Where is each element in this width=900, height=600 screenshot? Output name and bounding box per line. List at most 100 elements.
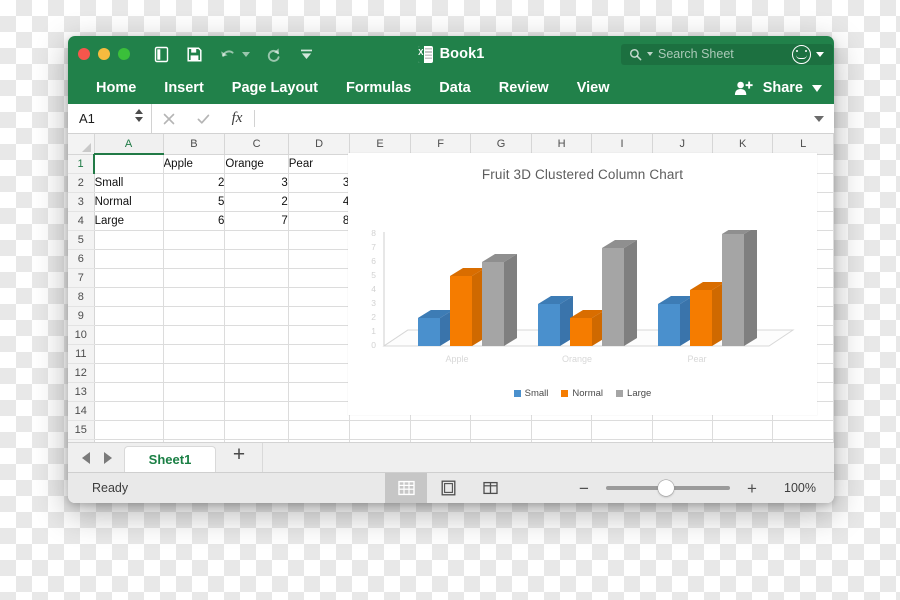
cell-c5[interactable] (224, 230, 289, 250)
embedded-chart[interactable]: Fruit 3D Clustered Column Chart 8 7 6 5 … (348, 153, 817, 415)
column-header-i[interactable]: I (591, 134, 653, 155)
cell-c3[interactable]: 2 (224, 192, 289, 212)
share-button[interactable]: Share (734, 80, 822, 97)
cell-d6[interactable] (288, 249, 351, 269)
redo-icon[interactable] (264, 45, 283, 64)
ribbon-collapse-chevron-icon[interactable] (812, 84, 822, 92)
cell-d9[interactable] (288, 306, 351, 326)
prev-sheet-icon[interactable] (82, 451, 90, 464)
row-header-14[interactable]: 14 (68, 401, 95, 421)
tab-data[interactable]: Data (425, 72, 484, 104)
row-header-5[interactable]: 5 (68, 230, 95, 250)
cell-d14[interactable] (288, 401, 351, 421)
maximize-window-button[interactable] (118, 48, 130, 60)
row-header-13[interactable]: 13 (68, 382, 95, 402)
cell-c14[interactable] (224, 401, 289, 421)
cell-a16[interactable] (94, 439, 164, 442)
cell-b4[interactable]: 6 (163, 211, 226, 231)
cell-f15[interactable] (410, 420, 472, 440)
feedback-chevron-down-icon[interactable] (816, 51, 824, 57)
cell-d7[interactable] (288, 268, 351, 288)
search-scope-chevron-icon[interactable] (647, 52, 653, 56)
new-document-icon[interactable] (152, 45, 171, 64)
cell-a14[interactable] (94, 401, 164, 421)
tab-view[interactable]: View (563, 72, 624, 104)
cell-a7[interactable] (94, 268, 164, 288)
row-header-10[interactable]: 10 (68, 325, 95, 345)
cell-c1[interactable]: Orange (224, 154, 289, 174)
cell-b9[interactable] (163, 306, 226, 326)
column-header-a[interactable]: A (94, 134, 164, 155)
cell-b11[interactable] (163, 344, 226, 364)
cell-e16[interactable] (349, 439, 411, 442)
cell-h16[interactable] (531, 439, 593, 442)
cell-b2[interactable]: 2 (163, 173, 226, 193)
tab-formulas[interactable]: Formulas (332, 72, 425, 104)
cell-b8[interactable] (163, 287, 226, 307)
row-header-16[interactable]: 16 (68, 439, 95, 442)
cell-l15[interactable] (772, 420, 834, 440)
column-header-d[interactable]: D (288, 134, 351, 155)
insert-function-icon[interactable]: fx (220, 104, 254, 133)
cell-c6[interactable] (224, 249, 289, 269)
column-header-l[interactable]: L (772, 134, 834, 155)
cell-a2[interactable]: Small (94, 173, 164, 193)
row-header-3[interactable]: 3 (68, 192, 95, 212)
cell-d3[interactable]: 4 (288, 192, 351, 212)
cell-d10[interactable] (288, 325, 351, 345)
cell-d2[interactable]: 3 (288, 173, 351, 193)
legend-item-normal[interactable]: Normal (561, 388, 603, 399)
cell-d11[interactable] (288, 344, 351, 364)
cell-a3[interactable]: Normal (94, 192, 164, 212)
close-window-button[interactable] (78, 48, 90, 60)
zoom-slider[interactable] (606, 480, 730, 496)
cell-b16[interactable] (163, 439, 226, 442)
page-layout-view-icon[interactable] (427, 473, 469, 503)
row-header-6[interactable]: 6 (68, 249, 95, 269)
row-header-4[interactable]: 4 (68, 211, 95, 231)
spinner-down-icon[interactable] (135, 117, 143, 122)
cell-a6[interactable] (94, 249, 164, 269)
cell-d15[interactable] (288, 420, 351, 440)
zoom-out-button[interactable]: − (575, 480, 593, 497)
cell-b15[interactable] (163, 420, 226, 440)
row-header-1[interactable]: 1 (68, 154, 96, 174)
cell-b5[interactable] (163, 230, 226, 250)
cell-c7[interactable] (224, 268, 289, 288)
cell-b3[interactable]: 5 (163, 192, 226, 212)
cell-d5[interactable] (288, 230, 351, 250)
cell-i15[interactable] (591, 420, 653, 440)
row-header-12[interactable]: 12 (68, 363, 95, 383)
zoom-slider-handle[interactable] (658, 480, 674, 496)
cell-d8[interactable] (288, 287, 351, 307)
cell-j16[interactable] (652, 439, 713, 442)
cell-j15[interactable] (652, 420, 713, 440)
formula-bar-expand-icon[interactable] (814, 115, 824, 122)
name-box-spinner[interactable] (135, 109, 143, 122)
cell-d12[interactable] (288, 363, 351, 383)
cell-a5[interactable] (94, 230, 164, 250)
cell-d13[interactable] (288, 382, 351, 402)
column-header-j[interactable]: J (652, 134, 713, 155)
cell-c12[interactable] (224, 363, 289, 383)
undo-icon[interactable] (218, 45, 237, 64)
cell-a9[interactable] (94, 306, 164, 326)
cell-i16[interactable] (591, 439, 653, 442)
cell-a13[interactable] (94, 382, 164, 402)
column-header-c[interactable]: C (224, 134, 289, 155)
name-box[interactable]: A1 (68, 104, 152, 133)
cell-c10[interactable] (224, 325, 289, 345)
cell-c13[interactable] (224, 382, 289, 402)
customize-toolbar-icon[interactable] (297, 45, 316, 64)
zoom-in-button[interactable]: + (743, 480, 761, 497)
cell-a12[interactable] (94, 363, 164, 383)
cell-a4[interactable]: Large (94, 211, 164, 231)
save-icon[interactable] (185, 45, 204, 64)
column-header-e[interactable]: E (349, 134, 411, 155)
sheet-tab-sheet1[interactable]: Sheet1 (124, 446, 216, 472)
column-header-f[interactable]: F (410, 134, 472, 155)
undo-dropdown-icon[interactable] (242, 51, 250, 57)
cell-k15[interactable] (712, 420, 774, 440)
row-header-7[interactable]: 7 (68, 268, 95, 288)
cell-g16[interactable] (470, 439, 532, 442)
